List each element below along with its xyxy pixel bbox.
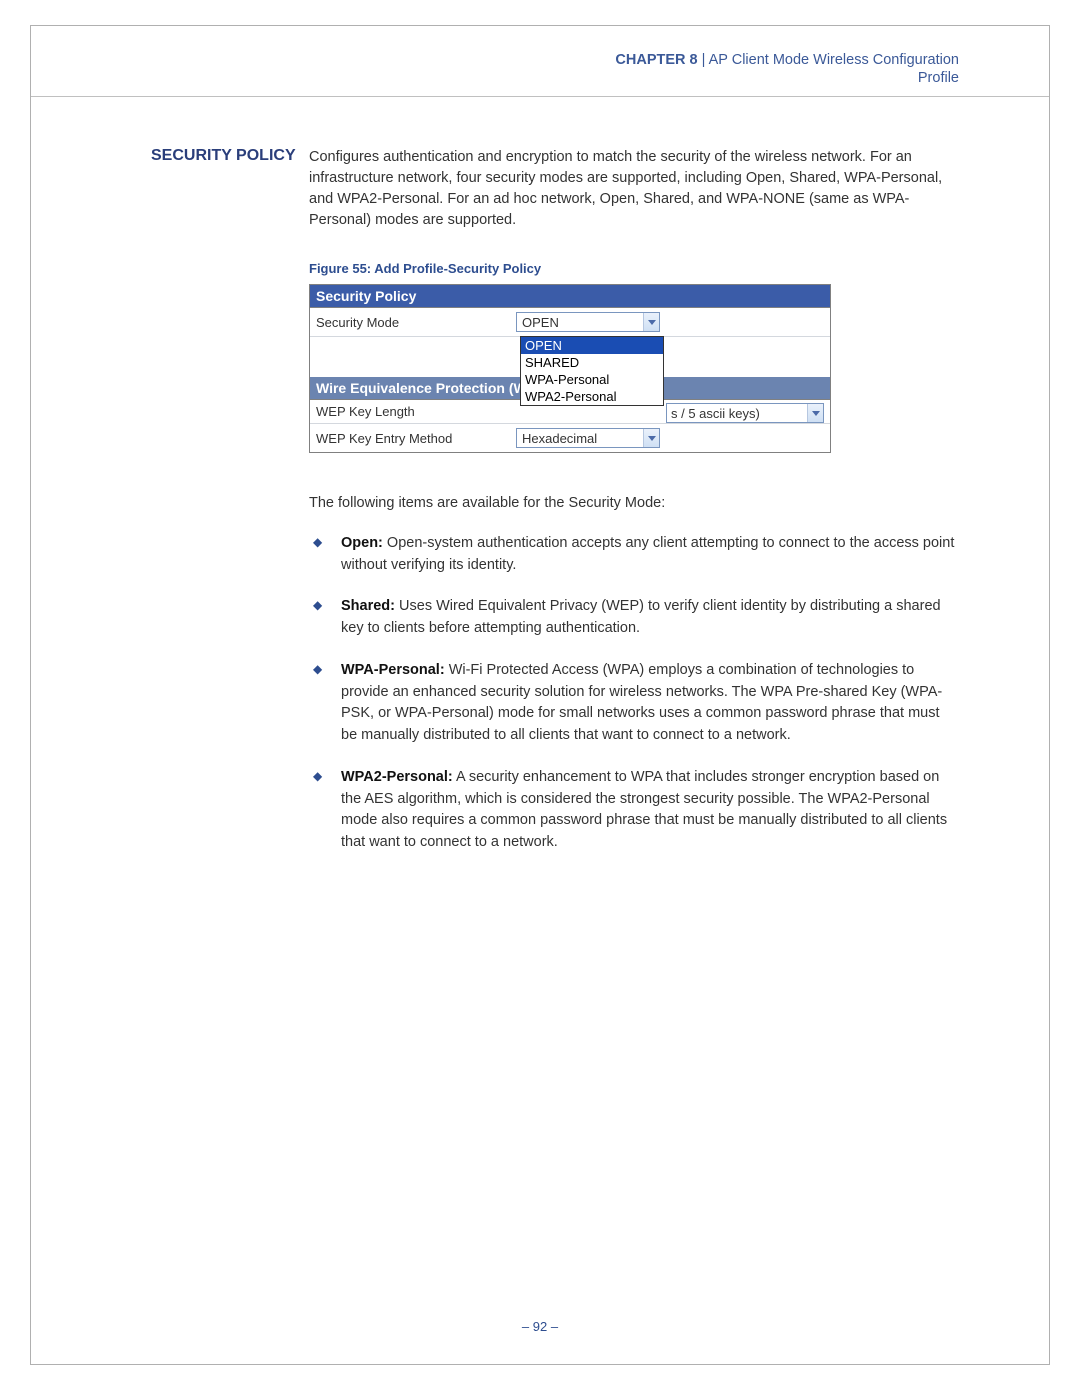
panel-section-security-policy: Security Policy [310,285,830,308]
chevron-down-icon[interactable] [643,313,659,331]
chevron-down-icon[interactable] [643,429,659,447]
after-figure-intro: The following items are available for th… [309,493,959,515]
figure-caption: Figure 55: Add Profile-Security Policy [309,261,959,276]
wep-entry-method-label: WEP Key Entry Method [316,431,516,446]
bullet-text: Open-system authentication accepts any c… [341,535,954,573]
security-mode-label: Security Mode [316,315,516,330]
dropdown-option-wpa2-personal[interactable]: WPA2-Personal [521,388,663,405]
chapter-title: AP Client Mode Wireless Configuration [709,52,959,68]
security-policy-panel: Security Policy Security Mode OPEN OPEN … [309,284,831,453]
section-row: SECURITY POLICY Configures authenticatio… [151,147,959,874]
page: CHAPTER 8 | AP Client Mode Wireless Conf… [30,25,1050,1365]
security-mode-dropdown[interactable]: OPEN SHARED WPA-Personal WPA2-Personal [520,336,664,406]
wep-key-length-label: WEP Key Length [316,404,516,419]
dropdown-option-open[interactable]: OPEN [521,337,663,354]
bullet-title: Shared: [341,598,395,614]
dropdown-option-wpa-personal[interactable]: WPA-Personal [521,371,663,388]
chapter-subline: Profile [31,70,959,86]
side-heading: SECURITY POLICY [151,147,299,165]
bullet-text: Uses Wired Equivalent Privacy (WEP) to v… [341,598,941,636]
bullet-title: WPA2-Personal: [341,769,453,785]
security-mode-value: OPEN [517,315,643,330]
bullet-title: WPA-Personal: [341,662,445,678]
list-item: Open: Open-system authentication accepts… [337,533,959,577]
wep-entry-method-select[interactable]: Hexadecimal [516,428,660,448]
security-mode-row: Security Mode OPEN OPEN SHARED WPA-Perso… [310,308,830,337]
chevron-down-icon[interactable] [807,404,823,422]
bullet-title: Open: [341,535,383,551]
wep-entry-method-row: WEP Key Entry Method Hexadecimal [310,424,830,452]
header-separator: | [698,52,709,68]
security-mode-list: Open: Open-system authentication accepts… [337,533,959,854]
wep-entry-method-value: Hexadecimal [517,431,643,446]
content-area: SECURITY POLICY Configures authenticatio… [31,97,1049,874]
section-body: Configures authentication and encryption… [309,147,959,874]
intro-paragraph: Configures authentication and encryption… [309,147,959,231]
list-item: WPA2-Personal: A security enhancement to… [337,767,959,854]
page-header: CHAPTER 8 | AP Client Mode Wireless Conf… [31,26,1049,97]
wep-key-length-select[interactable]: s / 5 ascii keys) [666,403,824,423]
page-footer: – 92 – [31,1319,1049,1334]
dropdown-option-shared[interactable]: SHARED [521,354,663,371]
list-item: Shared: Uses Wired Equivalent Privacy (W… [337,596,959,640]
security-mode-select[interactable]: OPEN [516,312,660,332]
list-item: WPA-Personal: Wi-Fi Protected Access (WP… [337,660,959,747]
chapter-label: CHAPTER 8 [615,52,697,68]
wep-key-length-value: s / 5 ascii keys) [667,406,807,421]
